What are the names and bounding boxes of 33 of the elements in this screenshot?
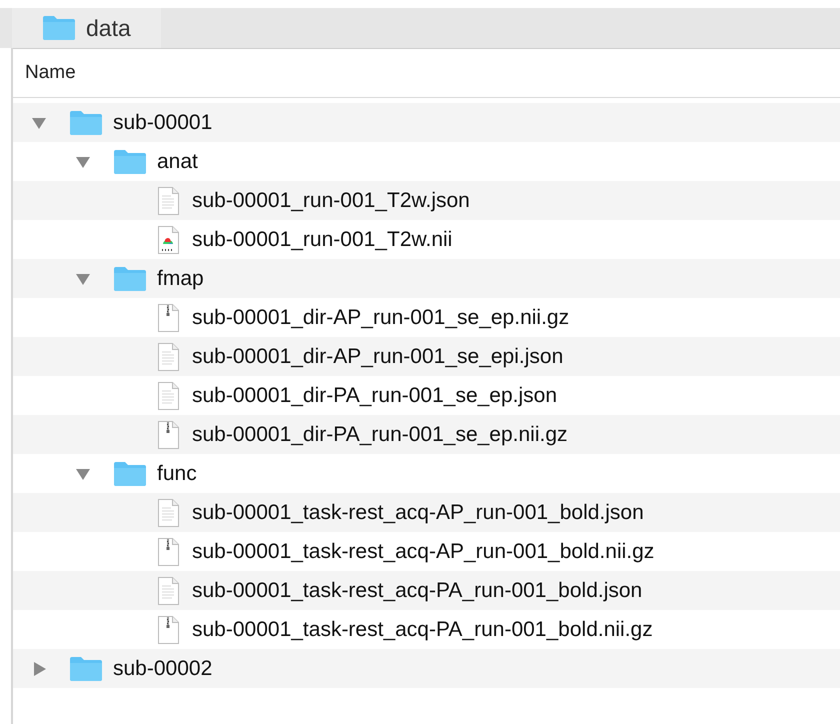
folder-icon xyxy=(69,656,103,682)
file-name[interactable]: sub-00001_run-001_T2w.nii xyxy=(192,228,452,252)
zip-file-icon xyxy=(157,614,180,644)
folder-icon xyxy=(69,110,103,136)
column-header[interactable]: Name xyxy=(13,48,840,98)
file-name[interactable]: sub-00001_task-rest_acq-AP_run-001_bold.nii.gz xyxy=(192,540,654,564)
document-icon xyxy=(157,380,180,410)
file-name[interactable]: sub-00001_dir-AP_run-001_se_ep.nii.gz xyxy=(192,306,570,330)
folder-name[interactable]: sub-00002 xyxy=(113,656,212,680)
folder-name[interactable]: fmap xyxy=(157,266,204,290)
folder-icon xyxy=(113,460,147,486)
folder-name[interactable]: anat xyxy=(157,150,198,174)
collapse-triangle-icon[interactable] xyxy=(75,272,91,286)
document-icon xyxy=(157,342,180,372)
file-name[interactable]: sub-00001_task-rest_acq-PA_run-001_bold.nii.gz xyxy=(192,618,653,642)
zip-file-icon xyxy=(157,420,180,450)
collapse-triangle-icon[interactable] xyxy=(75,154,91,168)
collapse-triangle-icon[interactable] xyxy=(75,466,91,480)
folder-name[interactable]: sub-00001 xyxy=(113,110,212,134)
document-icon xyxy=(157,576,180,606)
document-icon xyxy=(157,498,180,528)
zip-file-icon xyxy=(157,536,180,566)
zip-file-icon xyxy=(157,302,180,332)
expand-triangle-icon[interactable] xyxy=(31,662,47,676)
folder-icon xyxy=(113,266,147,292)
brain-file-icon xyxy=(157,224,180,254)
folder-icon xyxy=(113,148,147,174)
file-name[interactable]: sub-00001_dir-PA_run-001_se_ep.json xyxy=(192,384,558,408)
folder-name[interactable]: func xyxy=(157,462,197,486)
folder-tab[interactable]: data xyxy=(12,8,161,48)
folder-icon xyxy=(42,15,76,41)
collapse-triangle-icon[interactable] xyxy=(31,116,47,130)
document-icon xyxy=(157,186,180,216)
